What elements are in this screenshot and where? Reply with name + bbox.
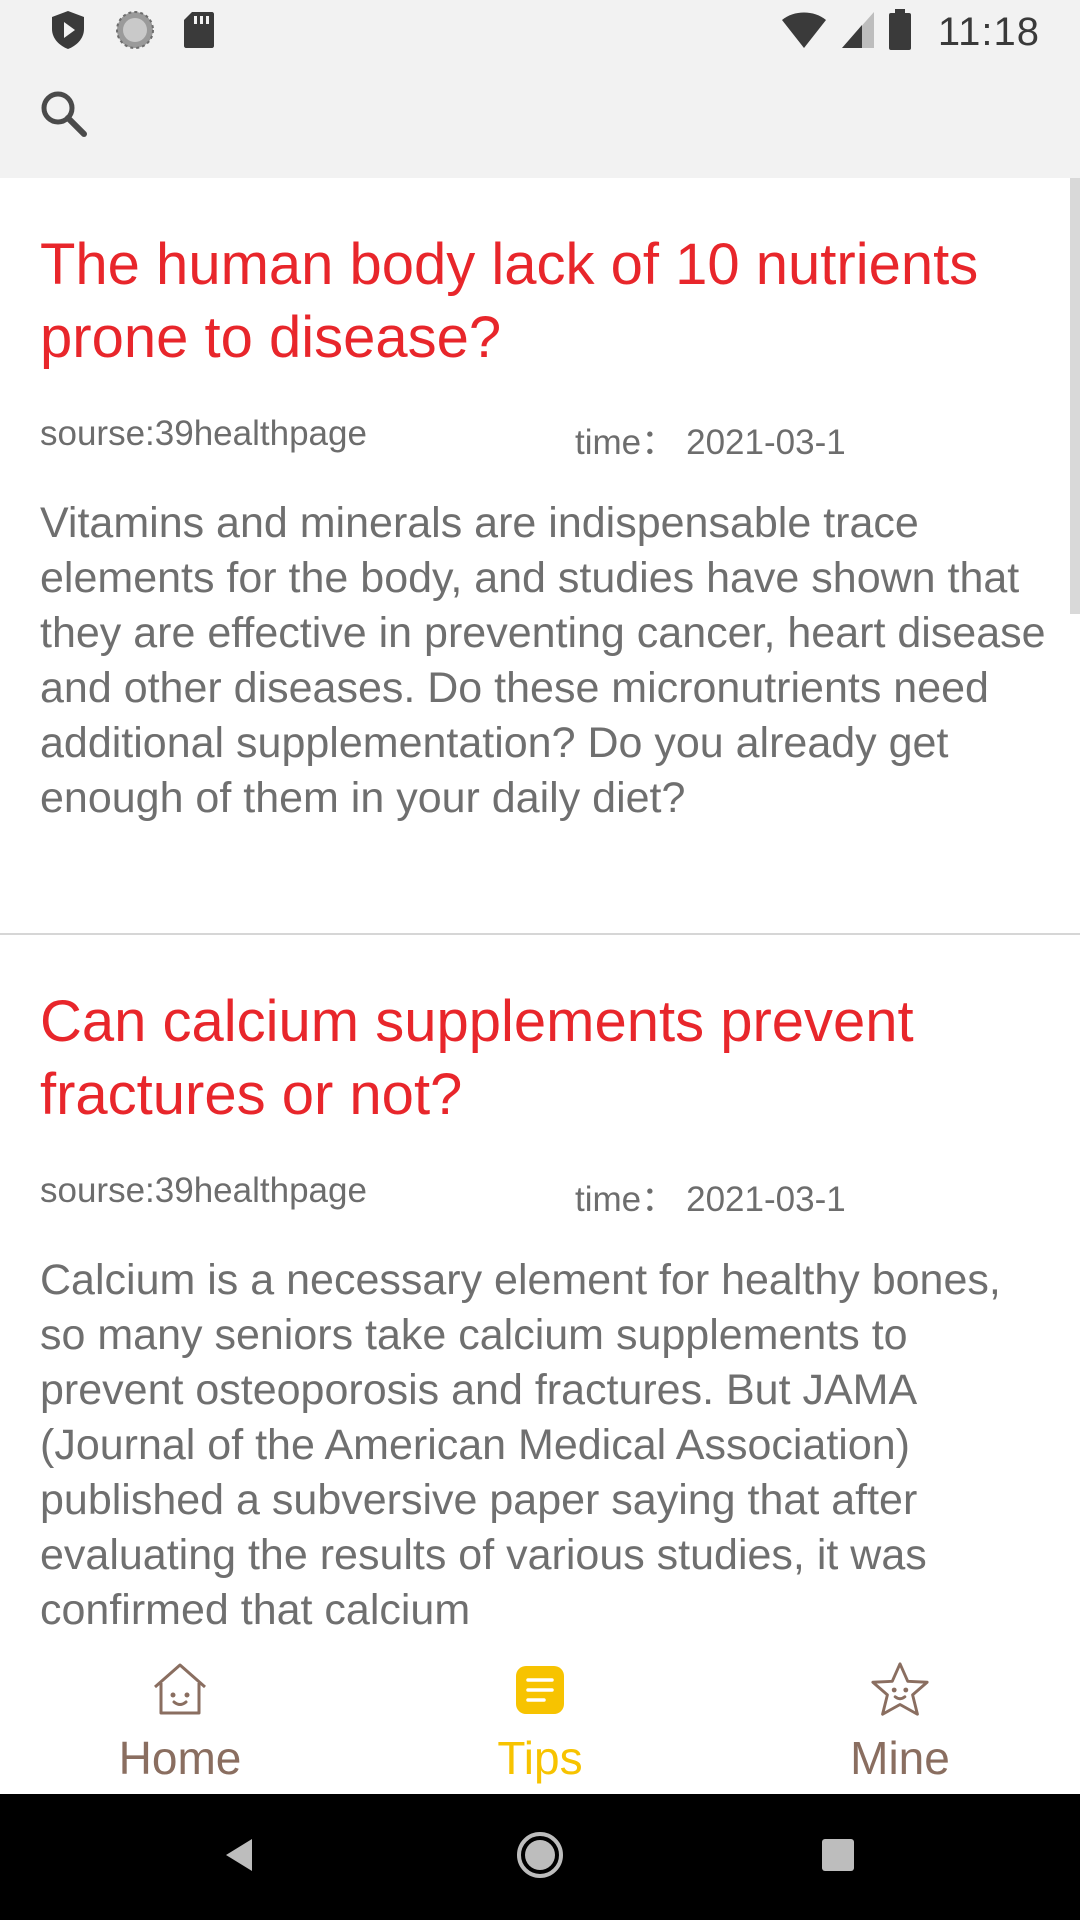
recents-square-icon [820,1837,856,1878]
status-clock: 11:18 [937,9,1040,54]
battery-icon [888,8,912,56]
tips-list-icon [509,1659,571,1721]
back-icon [220,1835,260,1880]
status-right-icons: 11:18 [780,8,1040,56]
star-face-icon [869,1659,931,1721]
house-face-icon [149,1659,211,1721]
recents-button[interactable] [808,1827,868,1887]
sync-circle-icon [114,9,156,56]
article-meta: sourse:39healthpage time： 2021-03-1 [40,1171,1040,1231]
nav-item-tips[interactable]: Tips [420,1645,660,1794]
search-icon [38,88,90,145]
article-meta: sourse:39healthpage time： 2021-03-1 [40,414,1040,474]
shield-play-icon [48,9,88,56]
article-time-value: 2021-03-1 [686,1180,846,1219]
article-source: sourse:39healthpage [40,414,367,453]
bottom-nav: Home Tips Mine [0,1645,1080,1794]
wifi-icon [780,10,828,55]
nav-item-mine[interactable]: Mine [780,1645,1020,1794]
search-button[interactable] [34,86,94,146]
article-title[interactable]: The human body lack of 10 nutrients pron… [40,228,1020,374]
nav-label-tips: Tips [497,1732,583,1784]
system-nav-bar [0,1794,1080,1920]
app-bar [0,64,1080,178]
article-time: time： 2021-03-1 [575,1171,846,1222]
status-left-icons [48,10,216,54]
nav-label-mine: Mine [850,1732,950,1784]
back-button[interactable] [210,1827,270,1887]
scrollbar[interactable] [1070,178,1080,614]
article-summary: Vitamins and minerals are indispensable … [40,499,1046,822]
article-list[interactable]: The human body lack of 10 nutrients pron… [0,178,1080,1645]
article-card[interactable]: Can calcium supplements prevent fracture… [0,935,1080,1638]
article-time-value: 2021-03-1 [686,423,846,462]
status-bar: 11:18 [0,0,1080,64]
sd-card-icon [182,10,216,55]
home-button[interactable] [510,1827,570,1887]
nav-label-home: Home [118,1732,242,1784]
cell-signal-icon [840,10,876,55]
article-title[interactable]: Can calcium supplements prevent fracture… [40,985,1020,1131]
article-source: sourse:39healthpage [40,1171,367,1210]
article-time: time： 2021-03-1 [575,414,846,465]
article-summary: Calcium is a necessary element for healt… [40,1256,1001,1634]
article-card[interactable]: The human body lack of 10 nutrients pron… [0,178,1080,935]
screen: 11:18 The human body lack of 10 nutrient… [0,0,1080,1920]
nav-item-home[interactable]: Home [60,1645,300,1794]
article-time-label: time： [575,1180,677,1219]
article-time-label: time： [575,423,677,462]
home-circle-icon [515,1830,565,1885]
